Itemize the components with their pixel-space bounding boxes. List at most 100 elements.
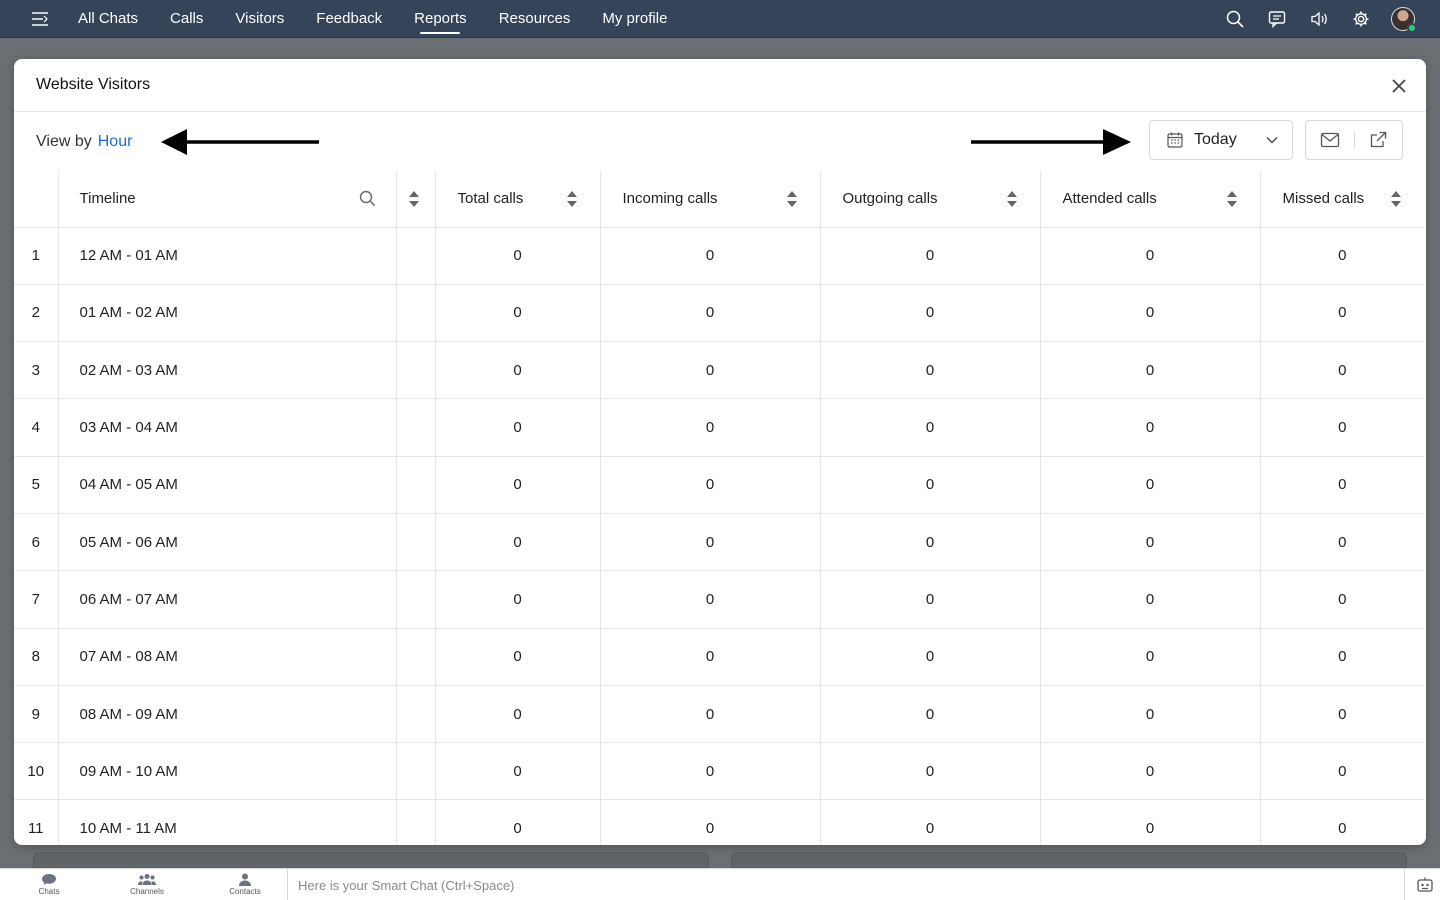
gear-icon[interactable] bbox=[1340, 0, 1382, 38]
row-timeline: 08 AM - 09 AM bbox=[58, 685, 397, 744]
row-outgoing-calls: 0 bbox=[820, 398, 1041, 457]
row-missed-calls: 0 bbox=[1260, 685, 1424, 744]
row-spacer bbox=[396, 398, 436, 457]
row-timeline: 09 AM - 10 AM bbox=[58, 742, 397, 801]
row-missed-calls: 0 bbox=[1260, 456, 1424, 514]
header-attended-calls: Attended calls bbox=[1040, 171, 1261, 228]
row-timeline: 05 AM - 06 AM bbox=[58, 513, 397, 572]
row-timeline: 02 AM - 03 AM bbox=[58, 341, 397, 400]
report-table: Timeline Total calls Incoming calls Outg… bbox=[14, 171, 1424, 845]
background-card bbox=[731, 852, 1407, 868]
annotation-arrow-right-icon bbox=[971, 129, 1131, 155]
row-spacer bbox=[396, 341, 436, 400]
report-table-container[interactable]: Timeline Total calls Incoming calls Outg… bbox=[14, 171, 1426, 845]
view-by-label: View by bbox=[36, 132, 92, 150]
sort-icon[interactable] bbox=[1226, 190, 1238, 212]
speaker-icon[interactable] bbox=[1298, 0, 1340, 38]
avatar bbox=[1391, 7, 1417, 33]
nav-calls[interactable]: Calls bbox=[154, 0, 219, 38]
row-incoming-calls: 0 bbox=[600, 227, 821, 285]
group-icon bbox=[138, 874, 156, 885]
view-by-dropdown[interactable]: Hour bbox=[98, 133, 133, 151]
row-missed-calls: 0 bbox=[1260, 513, 1424, 572]
dock-channels[interactable]: Channels bbox=[98, 869, 196, 900]
table-row: 8 07 AM - 08 AM 0 0 0 0 0 bbox=[14, 628, 1424, 686]
search-icon[interactable] bbox=[359, 190, 376, 211]
row-missed-calls: 0 bbox=[1260, 341, 1424, 400]
dock-contacts[interactable]: Contacts bbox=[196, 869, 294, 900]
row-spacer bbox=[396, 513, 436, 572]
row-attended-calls: 0 bbox=[1040, 398, 1261, 457]
row-incoming-calls: 0 bbox=[600, 513, 821, 572]
header-total-calls: Total calls bbox=[435, 171, 601, 228]
calendar-icon bbox=[1167, 132, 1183, 148]
search-icon[interactable] bbox=[1214, 0, 1256, 38]
row-attended-calls: 0 bbox=[1040, 685, 1261, 744]
sort-icon[interactable] bbox=[786, 190, 798, 212]
dock-chats[interactable]: Chats bbox=[0, 869, 98, 900]
nav-my-profile[interactable]: My profile bbox=[586, 0, 683, 38]
header-missed-calls: Missed calls bbox=[1260, 171, 1424, 228]
bot-icon[interactable] bbox=[1416, 876, 1434, 899]
dock-channels-label: Channels bbox=[130, 887, 164, 896]
nav-reports[interactable]: Reports bbox=[398, 0, 483, 38]
row-index: 10 bbox=[14, 742, 59, 801]
sort-icon[interactable] bbox=[1390, 190, 1402, 212]
table-row: 1 12 AM - 01 AM 0 0 0 0 0 bbox=[14, 227, 1424, 285]
nav-visitors[interactable]: Visitors bbox=[219, 0, 300, 38]
modal-header: Website Visitors bbox=[14, 59, 1426, 112]
sort-icon[interactable] bbox=[408, 190, 420, 212]
smart-chat-input[interactable]: Here is your Smart Chat (Ctrl+Space) bbox=[287, 869, 1405, 900]
message-icon[interactable] bbox=[1256, 0, 1298, 38]
row-spacer bbox=[396, 799, 436, 845]
smart-chat-placeholder: Here is your Smart Chat (Ctrl+Space) bbox=[298, 877, 515, 893]
row-attended-calls: 0 bbox=[1040, 456, 1261, 514]
nav-resources[interactable]: Resources bbox=[483, 0, 587, 38]
user-avatar-button[interactable] bbox=[1382, 0, 1424, 38]
export-report-button[interactable] bbox=[1354, 121, 1402, 159]
row-spacer bbox=[396, 742, 436, 801]
row-spacer bbox=[396, 570, 436, 629]
row-attended-calls: 0 bbox=[1040, 628, 1261, 686]
table-row: 2 01 AM - 02 AM 0 0 0 0 0 bbox=[14, 284, 1424, 343]
row-total-calls: 0 bbox=[435, 284, 601, 343]
row-attended-calls: 0 bbox=[1040, 799, 1261, 845]
row-attended-calls: 0 bbox=[1040, 284, 1261, 343]
hamburger-menu-icon[interactable] bbox=[20, 0, 60, 38]
row-incoming-calls: 0 bbox=[600, 628, 821, 686]
external-link-icon bbox=[1371, 131, 1387, 148]
row-index: 11 bbox=[14, 799, 59, 845]
email-report-button[interactable] bbox=[1306, 121, 1354, 159]
top-navbar: All Chats Calls Visitors Feedback Report… bbox=[0, 0, 1440, 38]
date-range-select[interactable]: Today bbox=[1149, 120, 1293, 160]
table-row: 4 03 AM - 04 AM 0 0 0 0 0 bbox=[14, 398, 1424, 457]
row-index: 3 bbox=[14, 341, 59, 400]
table-row: 7 06 AM - 07 AM 0 0 0 0 0 bbox=[14, 570, 1424, 629]
row-timeline: 04 AM - 05 AM bbox=[58, 456, 397, 514]
row-spacer bbox=[396, 685, 436, 744]
nav-all-chats[interactable]: All Chats bbox=[62, 0, 154, 38]
row-missed-calls: 0 bbox=[1260, 227, 1424, 285]
date-range-value: Today bbox=[1194, 131, 1237, 148]
row-spacer bbox=[396, 227, 436, 285]
sort-icon[interactable] bbox=[1006, 190, 1018, 212]
header-index bbox=[14, 171, 59, 228]
close-icon[interactable] bbox=[1388, 75, 1410, 97]
row-missed-calls: 0 bbox=[1260, 799, 1424, 845]
row-index: 8 bbox=[14, 628, 59, 686]
row-index: 1 bbox=[14, 227, 59, 285]
row-index: 9 bbox=[14, 685, 59, 744]
nav-feedback[interactable]: Feedback bbox=[300, 0, 398, 38]
row-index: 4 bbox=[14, 398, 59, 457]
dock-contacts-label: Contacts bbox=[229, 887, 261, 896]
row-missed-calls: 0 bbox=[1260, 570, 1424, 629]
row-outgoing-calls: 0 bbox=[820, 513, 1041, 572]
row-index: 2 bbox=[14, 284, 59, 343]
row-timeline: 12 AM - 01 AM bbox=[58, 227, 397, 285]
row-index: 6 bbox=[14, 513, 59, 572]
table-row: 10 09 AM - 10 AM 0 0 0 0 0 bbox=[14, 742, 1424, 801]
row-total-calls: 0 bbox=[435, 513, 601, 572]
row-incoming-calls: 0 bbox=[600, 799, 821, 845]
sort-icon[interactable] bbox=[566, 190, 578, 212]
person-icon bbox=[239, 873, 251, 886]
